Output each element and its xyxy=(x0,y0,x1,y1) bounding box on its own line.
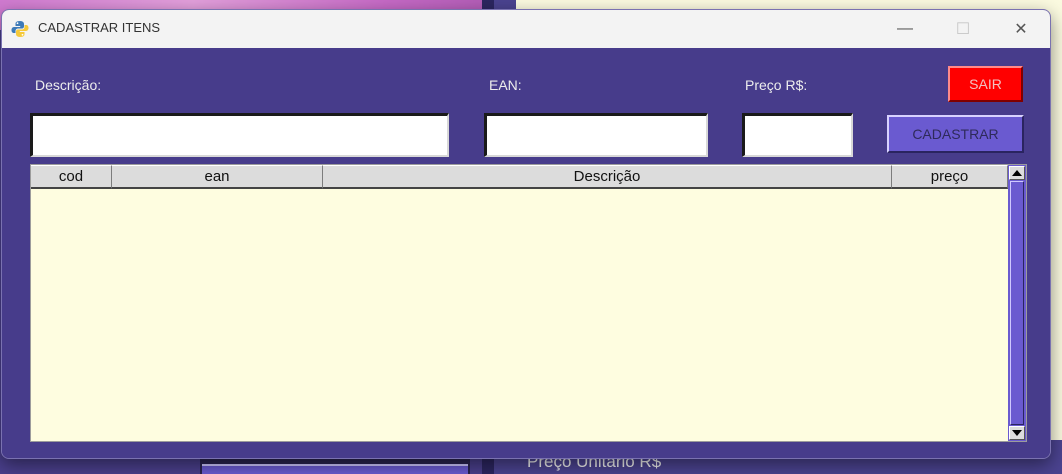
descricao-label: Descrição: xyxy=(35,77,102,93)
cadastrar-itens-dialog: CADASTRAR ITENS — ☐ ✕ Descrição: EAN: Pr… xyxy=(1,9,1051,459)
scroll-up-button[interactable] xyxy=(1009,166,1025,180)
vertical-scrollbar[interactable] xyxy=(1008,165,1026,441)
descricao-input[interactable] xyxy=(30,113,449,157)
preco-label: Preço R$: xyxy=(745,77,808,93)
column-header-descricao[interactable]: Descrição xyxy=(323,165,892,189)
window-title: CADASTRAR ITENS xyxy=(38,20,161,35)
dialog-content: Descrição: EAN: Preço R$: SAIR CADASTRAR… xyxy=(2,48,1050,458)
close-button[interactable]: ✕ xyxy=(992,10,1050,48)
title-bar[interactable]: CADASTRAR ITENS — ☐ ✕ xyxy=(2,10,1050,48)
arrow-up-icon xyxy=(1012,170,1022,176)
scroll-down-button[interactable] xyxy=(1009,426,1025,440)
column-header-cod[interactable]: cod xyxy=(31,165,112,189)
sair-button[interactable]: SAIR xyxy=(948,66,1023,102)
preco-input[interactable] xyxy=(742,113,853,157)
ean-input[interactable] xyxy=(484,113,708,157)
close-icon: ✕ xyxy=(1014,21,1028,38)
scroll-thumb[interactable] xyxy=(1010,181,1024,425)
minimize-icon: — xyxy=(897,20,913,37)
cadastrar-button[interactable]: CADASTRAR xyxy=(887,115,1024,153)
arrow-down-icon xyxy=(1012,430,1022,436)
minimize-button[interactable]: — xyxy=(876,10,934,48)
column-header-preco[interactable]: preço xyxy=(892,165,1008,189)
ean-label: EAN: xyxy=(489,77,522,93)
column-header-ean[interactable]: ean xyxy=(112,165,323,189)
table-header: cod ean Descrição preço xyxy=(31,165,1008,189)
maximize-icon: ☐ xyxy=(955,21,971,38)
background-button[interactable] xyxy=(202,464,468,474)
python-icon xyxy=(11,21,29,37)
maximize-button[interactable]: ☐ xyxy=(934,10,992,48)
itens-table[interactable]: cod ean Descrição preço xyxy=(30,164,1027,442)
